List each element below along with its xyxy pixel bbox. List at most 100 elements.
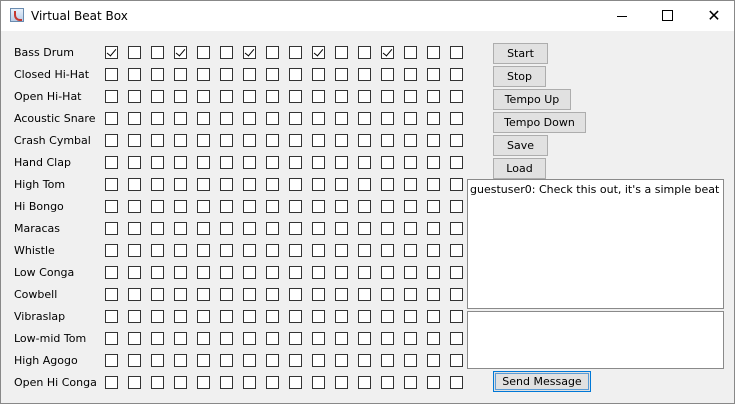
- beat-checkbox[interactable]: [289, 134, 302, 147]
- beat-checkbox[interactable]: [128, 244, 141, 257]
- beat-checkbox[interactable]: [404, 332, 417, 345]
- beat-checkbox[interactable]: [151, 376, 164, 389]
- beat-checkbox[interactable]: [266, 112, 279, 125]
- beat-checkbox[interactable]: [174, 332, 187, 345]
- beat-checkbox[interactable]: [197, 68, 210, 81]
- beat-checkbox[interactable]: [289, 244, 302, 257]
- beat-checkbox[interactable]: [243, 266, 256, 279]
- beat-checkbox[interactable]: [358, 288, 371, 301]
- beat-checkbox[interactable]: [358, 178, 371, 191]
- beat-checkbox[interactable]: [151, 266, 164, 279]
- beat-checkbox[interactable]: [105, 288, 118, 301]
- beat-checkbox[interactable]: [151, 112, 164, 125]
- beat-checkbox[interactable]: [358, 222, 371, 235]
- beat-checkbox[interactable]: [197, 200, 210, 213]
- beat-checkbox[interactable]: [266, 288, 279, 301]
- beat-checkbox[interactable]: [358, 112, 371, 125]
- beat-checkbox[interactable]: [404, 354, 417, 367]
- beat-checkbox[interactable]: [151, 68, 164, 81]
- beat-checkbox[interactable]: [243, 332, 256, 345]
- beat-checkbox[interactable]: [358, 46, 371, 59]
- beat-checkbox[interactable]: [427, 178, 440, 191]
- beat-checkbox[interactable]: [174, 156, 187, 169]
- beat-checkbox[interactable]: [243, 90, 256, 103]
- beat-checkbox[interactable]: [220, 222, 233, 235]
- beat-checkbox[interactable]: [266, 156, 279, 169]
- beat-checkbox[interactable]: [220, 156, 233, 169]
- beat-checkbox[interactable]: [220, 288, 233, 301]
- beat-checkbox[interactable]: [289, 222, 302, 235]
- beat-checkbox[interactable]: [151, 178, 164, 191]
- beat-checkbox[interactable]: [312, 310, 325, 323]
- beat-checkbox[interactable]: [105, 178, 118, 191]
- beat-checkbox[interactable]: [289, 112, 302, 125]
- beat-checkbox[interactable]: [174, 354, 187, 367]
- beat-checkbox[interactable]: [289, 156, 302, 169]
- beat-checkbox[interactable]: [220, 354, 233, 367]
- beat-checkbox[interactable]: [151, 156, 164, 169]
- beat-checkbox[interactable]: [404, 134, 417, 147]
- beat-checkbox[interactable]: [266, 222, 279, 235]
- beat-checkbox[interactable]: [312, 178, 325, 191]
- beat-checkbox[interactable]: [358, 376, 371, 389]
- beat-checkbox[interactable]: [358, 134, 371, 147]
- beat-checkbox[interactable]: [197, 90, 210, 103]
- load-button[interactable]: Load: [493, 158, 546, 179]
- beat-checkbox[interactable]: [312, 222, 325, 235]
- beat-checkbox[interactable]: [404, 288, 417, 301]
- beat-checkbox[interactable]: [266, 266, 279, 279]
- beat-checkbox[interactable]: [358, 90, 371, 103]
- beat-checkbox[interactable]: [105, 112, 118, 125]
- tempo-up-button[interactable]: Tempo Up: [493, 89, 571, 110]
- beat-checkbox[interactable]: [335, 178, 348, 191]
- beat-checkbox[interactable]: [105, 244, 118, 257]
- beat-checkbox[interactable]: [174, 288, 187, 301]
- beat-checkbox[interactable]: [220, 46, 233, 59]
- beat-checkbox[interactable]: [174, 222, 187, 235]
- beat-checkbox[interactable]: [128, 68, 141, 81]
- beat-checkbox[interactable]: [450, 332, 463, 345]
- beat-checkbox[interactable]: [197, 310, 210, 323]
- beat-checkbox[interactable]: [128, 200, 141, 213]
- beat-checkbox[interactable]: [266, 376, 279, 389]
- beat-checkbox[interactable]: [312, 134, 325, 147]
- beat-checkbox[interactable]: [358, 266, 371, 279]
- beat-checkbox[interactable]: [128, 46, 141, 59]
- beat-checkbox[interactable]: [174, 90, 187, 103]
- incoming-messages-list[interactable]: guestuser0: Check this out, it's a simpl…: [467, 179, 724, 309]
- beat-checkbox[interactable]: [289, 90, 302, 103]
- beat-checkbox[interactable]: [450, 222, 463, 235]
- beat-checkbox[interactable]: [266, 178, 279, 191]
- beat-checkbox[interactable]: [174, 178, 187, 191]
- save-button[interactable]: Save: [493, 135, 548, 156]
- beat-checkbox[interactable]: [381, 178, 394, 191]
- beat-checkbox[interactable]: [243, 134, 256, 147]
- beat-checkbox[interactable]: [450, 90, 463, 103]
- beat-checkbox[interactable]: [381, 310, 394, 323]
- beat-checkbox[interactable]: [427, 46, 440, 59]
- beat-checkbox[interactable]: [381, 266, 394, 279]
- beat-checkbox[interactable]: [289, 178, 302, 191]
- beat-checkbox[interactable]: [151, 222, 164, 235]
- beat-checkbox[interactable]: [289, 68, 302, 81]
- beat-checkbox[interactable]: [335, 288, 348, 301]
- beat-checkbox[interactable]: [358, 68, 371, 81]
- beat-checkbox[interactable]: [128, 376, 141, 389]
- beat-checkbox[interactable]: [105, 68, 118, 81]
- beat-checkbox[interactable]: [289, 310, 302, 323]
- beat-checkbox[interactable]: [427, 288, 440, 301]
- beat-checkbox[interactable]: [381, 156, 394, 169]
- beat-checkbox[interactable]: [289, 266, 302, 279]
- beat-checkbox[interactable]: [427, 266, 440, 279]
- beat-checkbox[interactable]: [289, 376, 302, 389]
- beat-checkbox[interactable]: [243, 244, 256, 257]
- beat-checkbox[interactable]: [450, 266, 463, 279]
- beat-checkbox[interactable]: [450, 288, 463, 301]
- title-bar[interactable]: Virtual Beat Box ✕: [1, 1, 734, 31]
- beat-checkbox[interactable]: [105, 134, 118, 147]
- beat-checkbox[interactable]: [427, 156, 440, 169]
- beat-checkbox[interactable]: [381, 112, 394, 125]
- beat-checkbox[interactable]: [174, 376, 187, 389]
- beat-checkbox[interactable]: [243, 156, 256, 169]
- beat-checkbox[interactable]: [404, 68, 417, 81]
